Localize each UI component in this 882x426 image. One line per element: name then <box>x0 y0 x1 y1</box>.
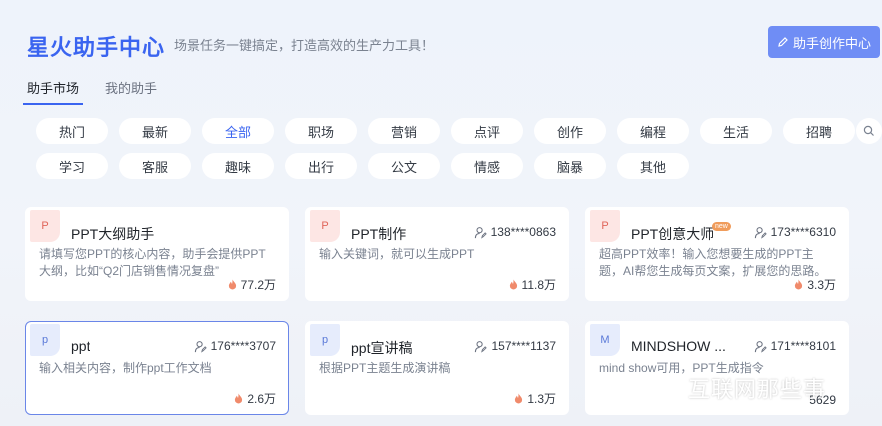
assistant-author: 173****6310 <box>754 225 836 239</box>
category-chip[interactable]: 招聘 <box>783 118 855 144</box>
search-icon <box>863 125 874 136</box>
assistant-avatar-icon: P <box>590 210 620 242</box>
usage-count: 1.3万 <box>514 390 556 407</box>
assistant-title: PPT大纲助手 <box>71 226 155 242</box>
category-chip[interactable]: 客服 <box>119 153 191 179</box>
category-search-button[interactable] <box>856 118 882 144</box>
assistant-card[interactable]: P PPT创意大师 new 173****6310 超高PPT效率！输入您想要生… <box>585 207 849 301</box>
usage-count: 11.8万 <box>509 276 556 293</box>
author-name: 173****6310 <box>770 225 836 239</box>
fire-icon <box>235 393 243 404</box>
usage-count-value: 2.6万 <box>247 392 276 406</box>
watermark-text: 互联网那些事 <box>688 377 827 402</box>
category-chip[interactable]: 营销 <box>368 118 440 144</box>
category-row-2: 学习 客服 趣味 出行 公文 情感 脑暴 其他 <box>36 153 700 179</box>
assistant-title: PPT创意大师 <box>631 226 715 242</box>
user-icon <box>754 340 767 353</box>
assistant-card[interactable]: p ppt宣讲稿 157****1137 根据PPT主题生成演讲稿 1.3万 <box>305 321 569 415</box>
usage-count-value: 77.2万 <box>240 278 276 292</box>
assistant-description: 输入关键词，就可以生成PPT <box>319 247 475 261</box>
category-chip[interactable]: 其他 <box>617 153 689 179</box>
category-chip[interactable]: 出行 <box>285 153 357 179</box>
user-icon <box>754 226 767 239</box>
category-chip[interactable]: 编程 <box>617 118 689 144</box>
user-icon <box>474 226 487 239</box>
usage-count-value: 11.8万 <box>521 278 556 292</box>
category-chip[interactable]: 情感 <box>451 153 523 179</box>
assistant-description: 输入相关内容，制作ppt工作文档 <box>39 361 212 375</box>
create-center-label: 助手创作中心 <box>792 35 871 51</box>
assistant-description: 根据PPT主题生成演讲稿 <box>319 361 451 375</box>
tab-assistant-market[interactable]: 助手市场 <box>22 78 84 105</box>
category-chip[interactable]: 全部 <box>202 118 274 144</box>
category-row-1: 热门 最新 全部 职场 营销 点评 创作 编程 生活 招聘 <box>36 118 866 144</box>
assistant-title: MINDSHOW ... <box>631 338 726 354</box>
assistant-description: 超高PPT效率！输入您想要生成的PPT主题，AI帮您生成每页文案，扩展您的思路。 <box>599 247 827 278</box>
category-chip[interactable]: 学习 <box>36 153 108 179</box>
assistant-card[interactable]: p ppt 176****3707 输入相关内容，制作ppt工作文档 2.6万 <box>25 321 289 415</box>
category-chip[interactable]: 点评 <box>451 118 523 144</box>
fire-icon <box>515 393 523 404</box>
usage-count: 77.2万 <box>228 276 276 293</box>
category-chip[interactable]: 最新 <box>119 118 191 144</box>
new-badge: new <box>712 222 731 231</box>
usage-count: 2.6万 <box>234 390 276 407</box>
assistant-author: 138****0863 <box>474 225 556 239</box>
assistant-card[interactable]: P PPT大纲助手 请填写您PPT的核心内容，助手会提供PPT大纲，比如“Q2门… <box>25 207 289 301</box>
fire-icon <box>228 279 236 290</box>
category-chip[interactable]: 创作 <box>534 118 606 144</box>
category-chip[interactable]: 生活 <box>700 118 772 144</box>
page-title: 星火助手中心 <box>27 35 166 60</box>
assistant-avatar-icon: p <box>30 324 60 356</box>
assistant-avatar-icon: P <box>310 210 340 242</box>
pencil-icon <box>778 37 788 47</box>
assistant-avatar-icon: p <box>310 324 340 356</box>
category-chip[interactable]: 职场 <box>285 118 357 144</box>
assistant-author: 157****1137 <box>474 339 556 353</box>
page-subtitle: 场景任务一键搞定，打造高效的生产力工具！ <box>174 38 435 53</box>
assistant-card[interactable]: P PPT制作 138****0863 输入关键词，就可以生成PPT 11.8万 <box>305 207 569 301</box>
assistant-avatar-icon: P <box>30 210 60 242</box>
user-icon <box>475 340 488 353</box>
category-chip[interactable]: 公文 <box>368 153 440 179</box>
fire-icon <box>509 279 517 290</box>
assistant-title: PPT制作 <box>351 226 407 242</box>
author-name: 171****8101 <box>770 339 836 353</box>
assistant-title: ppt宣讲稿 <box>351 340 413 356</box>
author-name: 157****1137 <box>491 339 556 353</box>
usage-count-value: 1.3万 <box>527 392 556 406</box>
category-chip[interactable]: 脑暴 <box>534 153 606 179</box>
usage-count-value: 3.3万 <box>807 278 836 292</box>
user-icon <box>194 340 207 353</box>
tab-my-assistants[interactable]: 我的助手 <box>105 78 157 105</box>
category-chip[interactable]: 热门 <box>36 118 108 144</box>
category-chip[interactable]: 趣味 <box>202 153 274 179</box>
fire-icon <box>795 279 803 290</box>
assistant-avatar-icon: M <box>590 324 620 356</box>
author-name: 138****0863 <box>490 225 556 239</box>
tab-bar: 助手市场 我的助手 <box>22 78 157 105</box>
assistant-author: 176****3707 <box>194 339 276 353</box>
assistant-description: 请填写您PPT的核心内容，助手会提供PPT大纲，比如“Q2门店销售情况复盘” <box>39 247 266 278</box>
usage-count: 3.3万 <box>794 276 836 293</box>
author-name: 176****3707 <box>210 339 276 353</box>
assistant-title: ppt <box>71 338 91 354</box>
assistant-author: 171****8101 <box>754 339 836 353</box>
create-center-button[interactable]: 助手创作中心 <box>768 26 880 58</box>
